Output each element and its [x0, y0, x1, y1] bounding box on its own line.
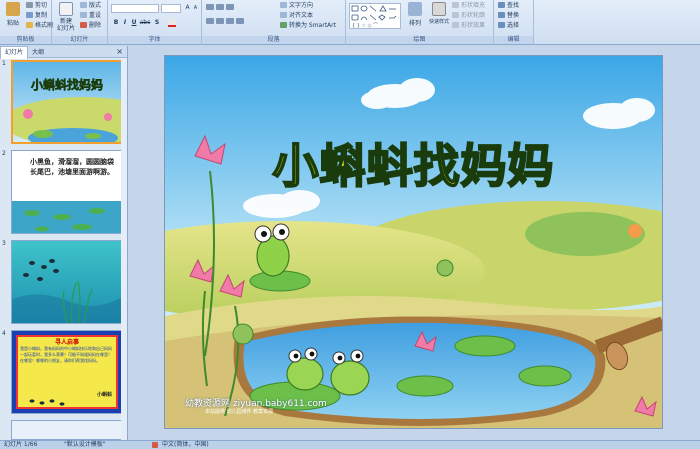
cursor-icon — [498, 22, 505, 28]
slide-number: 3 — [2, 240, 6, 247]
reset-icon — [80, 12, 87, 18]
thumbnail-image: 小蝌蚪找妈妈 — [11, 60, 123, 144]
shapes-gallery[interactable]: { } ☆ ◇ ⌒ — [349, 3, 401, 29]
replace-button[interactable]: 替换 — [498, 12, 519, 20]
thumbnail-image — [11, 240, 123, 324]
slide-1[interactable]: 小蝌蚪找妈妈 幼教资源网 ziyuan.baby611.com 本站提供 幼儿园… — [164, 55, 663, 429]
clipboard-group: 粘贴 剪切 复制 格式刷 剪贴板 — [0, 0, 53, 45]
smartart-icon — [280, 22, 287, 28]
text-direction-icon — [280, 2, 287, 8]
font-color-icon[interactable] — [168, 19, 176, 27]
shape-outline-button[interactable]: 形状轮廓 — [452, 12, 485, 20]
close-icon[interactable]: × — [116, 46, 123, 58]
slide-number: 1 — [2, 60, 6, 67]
effects-icon — [452, 22, 459, 28]
select-button[interactable]: 选择 — [498, 22, 519, 30]
thumbnail-title: 小蝌蚪找妈妈 — [30, 78, 104, 93]
arrange-icon — [408, 2, 422, 16]
paragraph-group-label: 段落 — [202, 36, 345, 44]
thumbnail-image — [11, 420, 123, 440]
svg-text:{ } ☆ ◇ ⌒: { } ☆ ◇ ⌒ — [352, 23, 378, 28]
fill-icon — [452, 2, 459, 8]
find-button[interactable]: 查找 — [498, 2, 519, 10]
bold-button[interactable]: B — [112, 19, 120, 27]
format-painter-button[interactable]: 格式刷 — [26, 22, 53, 30]
text-direction-button[interactable]: 文字方向 — [280, 2, 313, 10]
slide-number: 2 — [2, 150, 6, 157]
font-name-combo[interactable] — [111, 4, 159, 13]
grow-font-icon[interactable]: A — [184, 4, 191, 12]
slide-title[interactable]: 小蝌蚪找妈妈 — [165, 130, 662, 196]
font-group: A A B I U abc S 字体 — [108, 0, 202, 45]
tab-outline[interactable]: 大纲 — [28, 47, 48, 59]
replace-icon — [498, 12, 505, 18]
panel-tabs: 幻灯片 大纲 × — [0, 46, 127, 59]
smartart-button[interactable]: 转换为 SmartArt — [280, 22, 336, 30]
layout-icon — [80, 2, 87, 8]
slides-group-label: 幻灯片 — [52, 36, 107, 44]
strikethrough-button[interactable]: abc — [139, 19, 151, 27]
quick-styles-button[interactable]: 快速样式 — [428, 2, 450, 32]
slide-indicator: 幻灯片 1/66 — [4, 441, 38, 448]
editing-group: 查找 替换 选择 编辑 — [494, 0, 534, 45]
quick-styles-icon — [432, 2, 446, 16]
slide-number: 4 — [2, 330, 6, 337]
scissors-icon — [26, 2, 33, 8]
slides-group: 新建 幻灯片 版式 重设 删除 幻灯片 — [52, 0, 108, 45]
reset-button[interactable]: 重设 — [80, 12, 101, 20]
brush-icon — [26, 22, 33, 28]
shape-effects-button[interactable]: 形状效果 — [452, 22, 485, 30]
outline-icon — [452, 12, 459, 18]
new-slide-button[interactable]: 新建 幻灯片 — [56, 2, 76, 32]
tab-slides[interactable]: 幻灯片 — [0, 46, 29, 59]
align-text-button[interactable]: 对齐文本 — [280, 12, 313, 20]
thumbnail-image: 寻人启事 我是小蝌蚪，我有妈妈的中小蝌蚪快乐地和自己妈妈一起玩耍时，我多么羡慕！… — [11, 330, 123, 414]
thumbnail-text: 小黑鱼，滑溜溜，圆圆脑袋长尾巴，池塘里面游啊游。 — [30, 157, 114, 176]
drawing-group-label: 绘图 — [346, 36, 493, 44]
shadow-button[interactable]: S — [153, 19, 161, 27]
copy-icon — [26, 12, 33, 18]
watermark-subtext: 本站提供 幼儿园课件 教案资源 — [205, 409, 274, 415]
slide-canvas: 小蝌蚪找妈妈 幼教资源网 ziyuan.baby611.com 本站提供 幼儿园… — [129, 46, 700, 440]
delete-icon — [80, 22, 87, 28]
language-indicator: 中文(简体，中国) — [162, 441, 209, 448]
drawing-group: { } ☆ ◇ ⌒ 排列 快速样式 形状填充 形状轮廓 形状效果 绘图 — [346, 0, 494, 45]
italic-button[interactable]: I — [121, 19, 129, 27]
layout-button[interactable]: 版式 — [80, 2, 101, 10]
slides-panel: 幻灯片 大纲 × 1 小蝌蚪找妈妈 2 小黑鱼，滑溜溜，圆圆脑袋长尾巴，池塘里面… — [0, 46, 128, 440]
status-bar: 幻灯片 1/66 "默认设计模板" 中文(简体，中国) — [0, 440, 700, 449]
shape-fill-button[interactable]: 形状填充 — [452, 2, 485, 10]
clipboard-group-label: 剪贴板 — [0, 36, 51, 44]
paste-button[interactable]: 粘贴 — [2, 2, 24, 32]
arrange-button[interactable]: 排列 — [404, 2, 426, 32]
shapes-icon: { } ☆ ◇ ⌒ — [351, 5, 397, 29]
align-text-icon — [280, 12, 287, 18]
ribbon: 粘贴 剪切 复制 格式刷 剪贴板 新建 幻灯片 版式 重设 删除 幻灯片 A A… — [0, 0, 700, 45]
slide-background-illustration — [165, 56, 662, 428]
font-size-combo[interactable] — [161, 4, 181, 13]
paste-icon — [6, 2, 20, 16]
editing-group-label: 编辑 — [494, 36, 533, 44]
new-slide-icon — [59, 2, 73, 16]
delete-slide-button[interactable]: 删除 — [80, 22, 101, 30]
cut-button[interactable]: 剪切 — [26, 2, 47, 10]
thumbnail-image: 小黑鱼，滑溜溜，圆圆脑袋长尾巴，池塘里面游啊游。 — [11, 150, 123, 234]
font-group-label: 字体 — [108, 36, 201, 44]
theme-name: "默认设计模板" — [64, 441, 106, 448]
underline-button[interactable]: U — [130, 19, 138, 27]
shrink-font-icon[interactable]: A — [192, 4, 199, 12]
paragraph-group: 文字方向 对齐文本 转换为 SmartArt 段落 — [202, 0, 346, 45]
spell-check-icon[interactable] — [152, 442, 158, 448]
align-icons[interactable] — [206, 18, 266, 26]
panel-scrollbar[interactable] — [121, 58, 127, 440]
binoculars-icon — [498, 2, 505, 8]
bullets-icon[interactable] — [206, 4, 266, 12]
copy-button[interactable]: 复制 — [26, 12, 47, 20]
